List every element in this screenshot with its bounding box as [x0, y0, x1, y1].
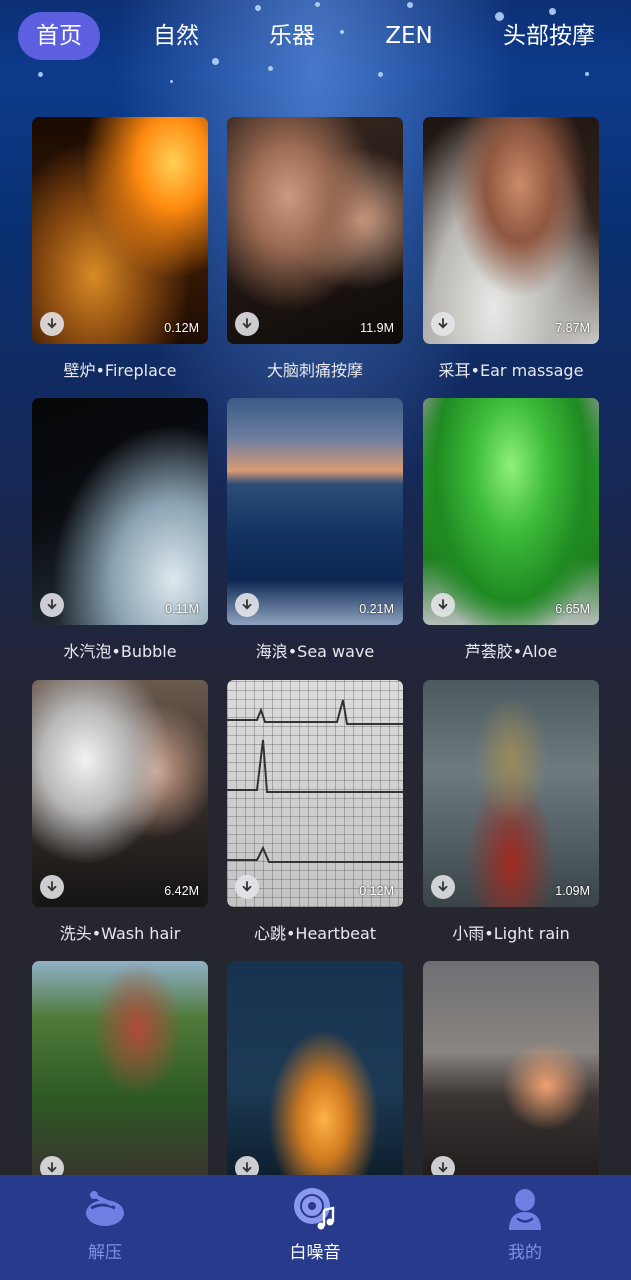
file-size: 0.21M [359, 602, 394, 616]
sound-card-palace[interactable] [32, 961, 208, 1188]
sound-title: 壁炉•Fireplace [63, 361, 177, 380]
sound-thumbnail: 6.42M [32, 680, 208, 907]
sound-thumbnail: 1.09M [423, 680, 599, 907]
sound-thumbnail: 6.65M [423, 398, 599, 625]
nav-mine[interactable]: 我的 [455, 1175, 595, 1280]
sound-title: 芦荟胶•Aloe [464, 642, 558, 661]
sound-thumbnail: 0.12M [32, 117, 208, 344]
file-size: 6.42M [164, 884, 199, 898]
file-size: 0.12M [164, 321, 199, 335]
sound-card-sea-wave[interactable]: 0.21M 海浪•Sea wave [227, 398, 403, 662]
download-icon[interactable] [40, 875, 64, 899]
sound-thumbnail: 0.11M [32, 398, 208, 625]
sound-title: 心跳•Heartbeat [253, 924, 377, 943]
sound-title: 水汽泡•Bubble [63, 642, 177, 661]
sound-thumbnail: 7.87M [423, 117, 599, 344]
download-icon[interactable] [235, 312, 259, 336]
nav-label: 解压 [88, 1243, 122, 1263]
category-tabs: 首页 自然 乐器 ZEN 头部按摩 [0, 12, 631, 62]
tab-instruments[interactable]: 乐器 [256, 12, 328, 60]
download-icon[interactable] [235, 593, 259, 617]
sound-card-head-massage[interactable]: 11.9M 大脑刺痛按摩 [227, 117, 403, 381]
sound-card-wash-hair[interactable]: 6.42M 洗头•Wash hair [32, 680, 208, 944]
sound-thumbnail: 0.12M [227, 680, 403, 907]
nav-white-noise[interactable]: 白噪音 [245, 1175, 385, 1280]
file-size: 6.65M [555, 602, 590, 616]
sound-thumbnail: 0.21M [227, 398, 403, 625]
relax-icon [86, 1191, 124, 1226]
sound-card-fireplace[interactable]: 0.12M 壁炉•Fireplace [32, 117, 208, 381]
download-icon[interactable] [40, 312, 64, 336]
sound-card-light-rain[interactable]: 1.09M 小雨•Light rain [423, 680, 599, 944]
download-icon[interactable] [431, 593, 455, 617]
sound-card-ear-massage[interactable]: 7.87M 采耳•Ear massage [423, 117, 599, 381]
file-size: 0.12M [359, 884, 394, 898]
download-icon[interactable] [431, 875, 455, 899]
sound-thumbnail [423, 961, 599, 1188]
sound-title: 小雨•Light rain [452, 924, 570, 943]
sound-card-bubble[interactable]: 0.11M 水汽泡•Bubble [32, 398, 208, 662]
sound-title: 海浪•Sea wave [255, 642, 375, 661]
sound-card-coast[interactable] [423, 961, 599, 1188]
user-icon [509, 1189, 541, 1230]
tab-nature[interactable]: 自然 [140, 12, 212, 60]
download-icon[interactable] [235, 875, 259, 899]
sound-thumbnail [227, 961, 403, 1188]
sound-thumbnail [32, 961, 208, 1188]
tab-home[interactable]: 首页 [18, 12, 100, 60]
file-size: 11.9M [360, 321, 394, 335]
download-icon[interactable] [40, 593, 64, 617]
nav-label: 白噪音 [289, 1243, 341, 1263]
nav-label: 我的 [508, 1243, 542, 1263]
file-size: 0.11M [165, 602, 199, 616]
download-icon[interactable] [431, 312, 455, 336]
sound-title: 采耳•Ear massage [438, 361, 584, 380]
sound-title: 洗头•Wash hair [59, 924, 181, 943]
file-size: 7.87M [555, 321, 590, 335]
sound-thumbnail: 11.9M [227, 117, 403, 344]
file-size: 1.09M [555, 884, 590, 898]
music-disc-icon [294, 1188, 335, 1230]
sound-card-tent[interactable] [227, 961, 403, 1188]
sound-card-heartbeat[interactable]: 0.12M 心跳•Heartbeat [227, 680, 403, 944]
tab-zen[interactable]: ZEN [372, 12, 446, 60]
sound-title: 大脑刺痛按摩 [266, 361, 363, 380]
nav-relax[interactable]: 解压 [35, 1175, 175, 1280]
tab-head-massage[interactable]: 头部按摩 [496, 12, 602, 60]
sound-card-aloe[interactable]: 6.65M 芦荟胶•Aloe [423, 398, 599, 662]
ecg-line-icon [227, 699, 403, 863]
bottom-nav: 解压 白噪音 我的 [0, 1175, 631, 1280]
